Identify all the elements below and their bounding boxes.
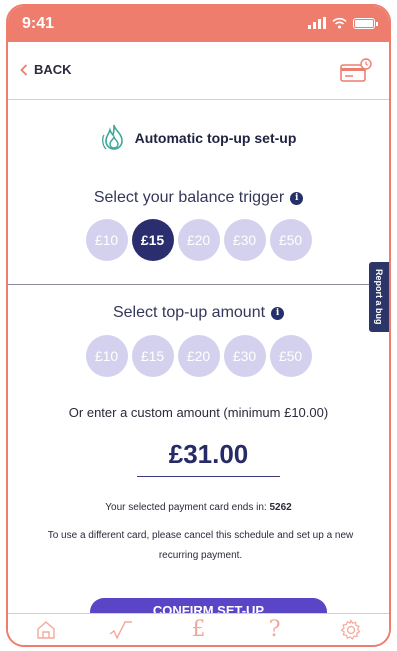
page-title: Automatic top-up set-up — [134, 130, 297, 146]
balance-trigger-options: £10 £15 £20 £30 £50 — [8, 219, 389, 261]
balance-trigger-text: Select your balance trigger — [93, 189, 285, 206]
pound-icon: £ — [191, 617, 206, 642]
balance-trigger-option[interactable]: £30 — [223, 219, 266, 261]
payment-card-prefix: Your selected payment card ends in: — [105, 502, 267, 513]
battery-icon — [353, 18, 378, 29]
payment-card-last4: 5262 — [269, 502, 292, 513]
header: BACK — [8, 42, 389, 100]
tab-payments[interactable]: £ — [183, 617, 213, 643]
tab-help[interactable]: ? — [260, 617, 290, 643]
report-bug-label: Report a bug — [374, 269, 384, 325]
status-bar: 9:41 — [8, 6, 389, 42]
payment-note: To use a different card, please cancel t… — [47, 530, 354, 561]
topup-amount-label: Select top-up amount i — [8, 304, 389, 322]
custom-amount-label: Or enter a custom amount (minimum £10.00… — [68, 405, 329, 420]
tab-home[interactable] — [31, 617, 61, 643]
custom-amount-input[interactable] — [137, 439, 280, 470]
phone-frame: 9:41 BACK Automatic top-up set-up Select… — [6, 4, 391, 647]
balance-trigger-option[interactable]: £50 — [269, 219, 312, 261]
topup-amount-option[interactable]: £20 — [177, 335, 220, 377]
balance-trigger-option[interactable]: £10 — [85, 219, 128, 261]
chevron-left-icon — [20, 63, 28, 76]
payment-card-line: Your selected payment card ends in: 5262 — [8, 502, 389, 513]
payment-card-icon[interactable] — [339, 56, 373, 84]
topup-amount-options: £10 £15 £20 £30 £50 — [8, 335, 389, 377]
report-bug-tab[interactable]: Report a bug — [369, 262, 389, 332]
status-icons — [308, 17, 378, 29]
flame-icon — [101, 124, 123, 150]
topup-amount-option[interactable]: £50 — [269, 335, 312, 377]
topup-amount-option[interactable]: £15 — [131, 335, 174, 377]
back-label: BACK — [34, 62, 72, 77]
info-icon[interactable]: i — [271, 306, 285, 320]
content: Automatic top-up set-up Select your bala… — [8, 101, 389, 632]
tab-bar: £ ? — [8, 613, 389, 645]
custom-amount-field[interactable] — [137, 439, 280, 477]
back-button[interactable]: BACK — [20, 62, 72, 77]
help-icon: ? — [268, 617, 281, 642]
status-time: 9:41 — [22, 15, 55, 32]
topup-amount-text: Select top-up amount — [112, 304, 266, 321]
topup-amount-option[interactable]: £30 — [223, 335, 266, 377]
tab-usage[interactable] — [107, 617, 137, 643]
divider — [8, 284, 389, 285]
wifi-icon — [332, 17, 347, 29]
balance-trigger-option[interactable]: £15 — [131, 219, 174, 261]
balance-trigger-label: Select your balance trigger i — [8, 189, 389, 207]
info-icon[interactable]: i — [290, 191, 304, 205]
balance-trigger-option[interactable]: £20 — [177, 219, 220, 261]
tab-settings[interactable] — [336, 617, 366, 643]
settings-icon — [340, 618, 361, 640]
signal-icon — [308, 17, 326, 29]
topup-amount-option[interactable]: £10 — [85, 335, 128, 377]
title-row: Automatic top-up set-up — [8, 123, 389, 153]
chart-icon — [109, 620, 133, 640]
home-icon — [37, 620, 55, 639]
